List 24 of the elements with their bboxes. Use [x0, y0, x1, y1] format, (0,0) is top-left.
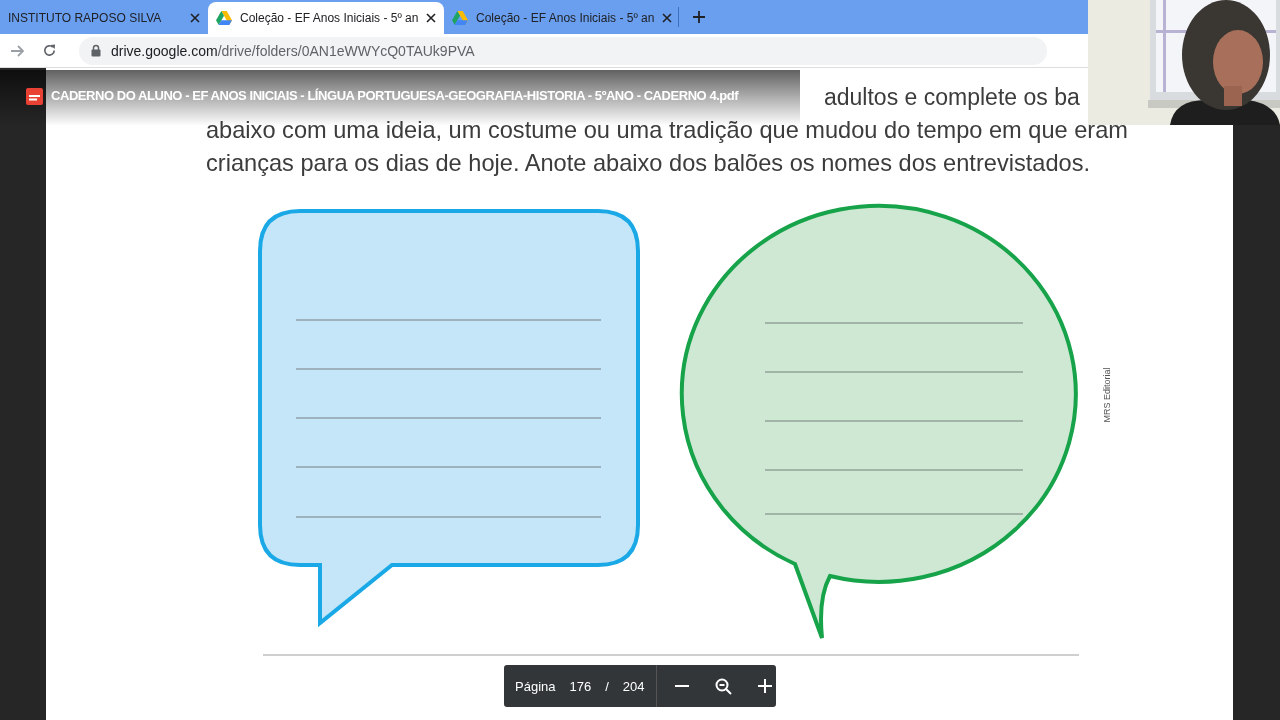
- new-tab-icon[interactable]: [693, 11, 705, 23]
- close-icon[interactable]: [426, 13, 437, 23]
- page-number-field[interactable]: 176: [569, 678, 592, 694]
- page-total: 204: [622, 678, 645, 694]
- page-separator: /: [605, 678, 609, 694]
- reload-icon[interactable]: [42, 43, 57, 58]
- browser-tab[interactable]: INSTITUTO RAPOSO SILVA: [0, 2, 208, 34]
- instruction-text: abaixo com uma ideia, um costume ou uma tradição que mudou do tempo em que eram crianças para os dias de hoje. Anote abaixo dos balões os nomes dos entrevistados.: [206, 116, 1129, 178]
- address-field[interactable]: drive.google.com/drive/folders/0AN1eWWYcQ0TAUk9PVA: [79, 36, 1047, 65]
- drive-icon: [452, 11, 468, 25]
- credit-text: MRS Editorial: [1102, 367, 1112, 423]
- close-icon[interactable]: [190, 13, 200, 23]
- lock-icon: [91, 44, 101, 57]
- drive-icon: [216, 11, 232, 25]
- file-title: CADERNO DO ALUNO - EF ANOS INICIAIS - LÍNGUA PORTUGUESA-GEOGRAFIA-HISTORIA - 5ºANO - CADERNO 4.pdf: [51, 88, 739, 103]
- page-label: Página: [515, 678, 556, 694]
- plus-icon[interactable]: [757, 679, 772, 693]
- browser-tab[interactable]: Coleção - EF Anos Iniciais - 5º an: [444, 2, 678, 34]
- zoom-out-icon[interactable]: [714, 677, 732, 695]
- forward-arrow-icon[interactable]: [10, 43, 25, 58]
- instruction-text-fragment: adultos e complete os ba: [824, 83, 1080, 112]
- close-icon[interactable]: [662, 13, 673, 23]
- browser-tab[interactable]: Coleção - EF Anos Iniciais - 5º an: [208, 2, 444, 34]
- pdf-file-icon: [26, 88, 43, 105]
